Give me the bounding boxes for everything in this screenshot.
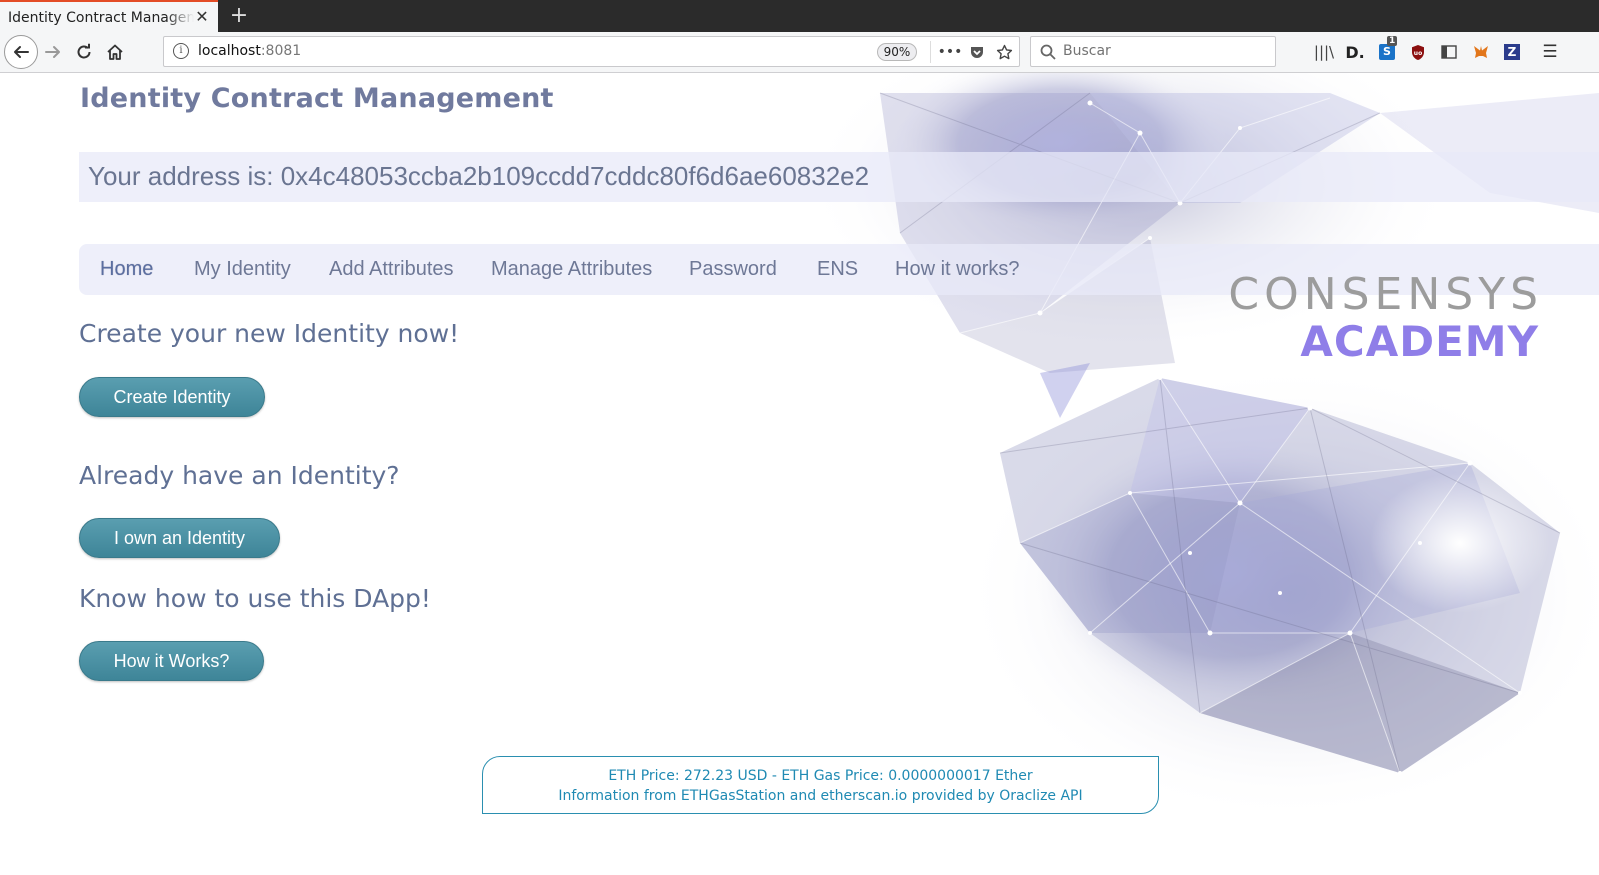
create-identity-button[interactable]: Create Identity: [79, 377, 265, 417]
nav-item-home[interactable]: Home: [100, 258, 153, 281]
eth-price-text: ETH Price: 272.23 USD - ETH Gas Price: 0…: [608, 768, 1033, 784]
browser-tab-bar: Identity Contract Management ✕ +: [0, 0, 1599, 33]
nav-item-my-identity[interactable]: My Identity: [194, 258, 291, 281]
consensys-academy-logo: CONSENSYS ACADEMY: [1228, 269, 1543, 369]
s-extension-icon[interactable]: S 1: [1376, 36, 1398, 63]
arrow-right-icon: [45, 46, 60, 58]
nav-item-how-it-works[interactable]: How it works?: [895, 258, 1019, 281]
web-page: Identity Contract Management Your addres…: [0, 73, 1599, 875]
search-icon: [1040, 44, 1056, 60]
close-tab-icon[interactable]: ✕: [192, 7, 212, 27]
eth-price-panel: ETH Price: 272.23 USD - ETH Gas Price: 0…: [482, 756, 1159, 814]
reload-icon: [77, 43, 91, 59]
address-banner: Your address is: 0x4c48053ccba2b109ccdd7…: [79, 152, 1599, 202]
svg-text:uo: uo: [1414, 50, 1422, 57]
page-actions-icon[interactable]: •••: [938, 40, 963, 64]
nav-item-manage-attributes[interactable]: Manage Attributes: [491, 258, 652, 281]
notification-badge: 1: [1387, 36, 1398, 46]
pocket-icon[interactable]: [965, 40, 989, 64]
ublock-icon[interactable]: uo: [1407, 41, 1429, 63]
nav-item-password[interactable]: Password: [689, 258, 777, 281]
forward-button[interactable]: [38, 37, 68, 67]
new-tab-icon[interactable]: +: [226, 3, 252, 29]
metamask-fox-icon[interactable]: [1470, 41, 1492, 63]
page-content: Identity Contract Management Your addres…: [0, 73, 1599, 875]
browser-toolbar: i localhost:8081 90% ••• Buscar |||\ D. …: [0, 32, 1599, 73]
reload-button[interactable]: [69, 37, 99, 67]
search-bar[interactable]: Buscar: [1030, 36, 1276, 67]
create-identity-heading: Create your new Identity now!: [79, 319, 460, 348]
search-input[interactable]: Buscar: [1063, 43, 1111, 59]
back-button[interactable]: [4, 35, 38, 69]
logo-consensys-text: CONSENSYS: [1228, 269, 1543, 320]
zotero-icon[interactable]: Z: [1501, 41, 1523, 63]
wallet-address: Your address is: 0x4c48053ccba2b109ccdd7…: [88, 161, 870, 191]
tab-title: Identity Contract Management: [8, 9, 194, 26]
info-icon[interactable]: i: [173, 43, 189, 59]
url-text[interactable]: localhost:8081: [198, 43, 301, 59]
d-extension-icon[interactable]: D.: [1344, 41, 1366, 63]
url-bar[interactable]: i localhost:8081 90% •••: [163, 36, 1020, 67]
nav-item-add-attributes[interactable]: Add Attributes: [329, 258, 454, 281]
sidebar-icon[interactable]: [1438, 41, 1460, 63]
arrow-left-icon: [14, 46, 29, 58]
logo-academy-text: ACADEMY: [1300, 317, 1539, 366]
home-icon: [107, 44, 123, 60]
zoom-level[interactable]: 90%: [877, 43, 917, 61]
nav-item-ens[interactable]: ENS: [817, 258, 858, 281]
how-it-works-button[interactable]: How it Works?: [79, 641, 264, 681]
browser-tab[interactable]: Identity Contract Management ✕: [0, 0, 218, 33]
hamburger-menu-icon[interactable]: ☰: [1539, 41, 1561, 63]
home-button[interactable]: [100, 37, 130, 67]
how-to-use-heading: Know how to use this DApp!: [79, 584, 431, 613]
existing-identity-heading: Already have an Identity?: [79, 461, 400, 490]
own-identity-button[interactable]: I own an Identity: [79, 518, 280, 558]
url-separator: [930, 41, 931, 63]
bookmark-star-icon[interactable]: [992, 40, 1016, 64]
library-icon[interactable]: |||\: [1313, 41, 1335, 63]
page-title: Identity Contract Management: [80, 83, 554, 114]
data-source-text: Information from ETHGasStation and ether…: [558, 788, 1083, 804]
